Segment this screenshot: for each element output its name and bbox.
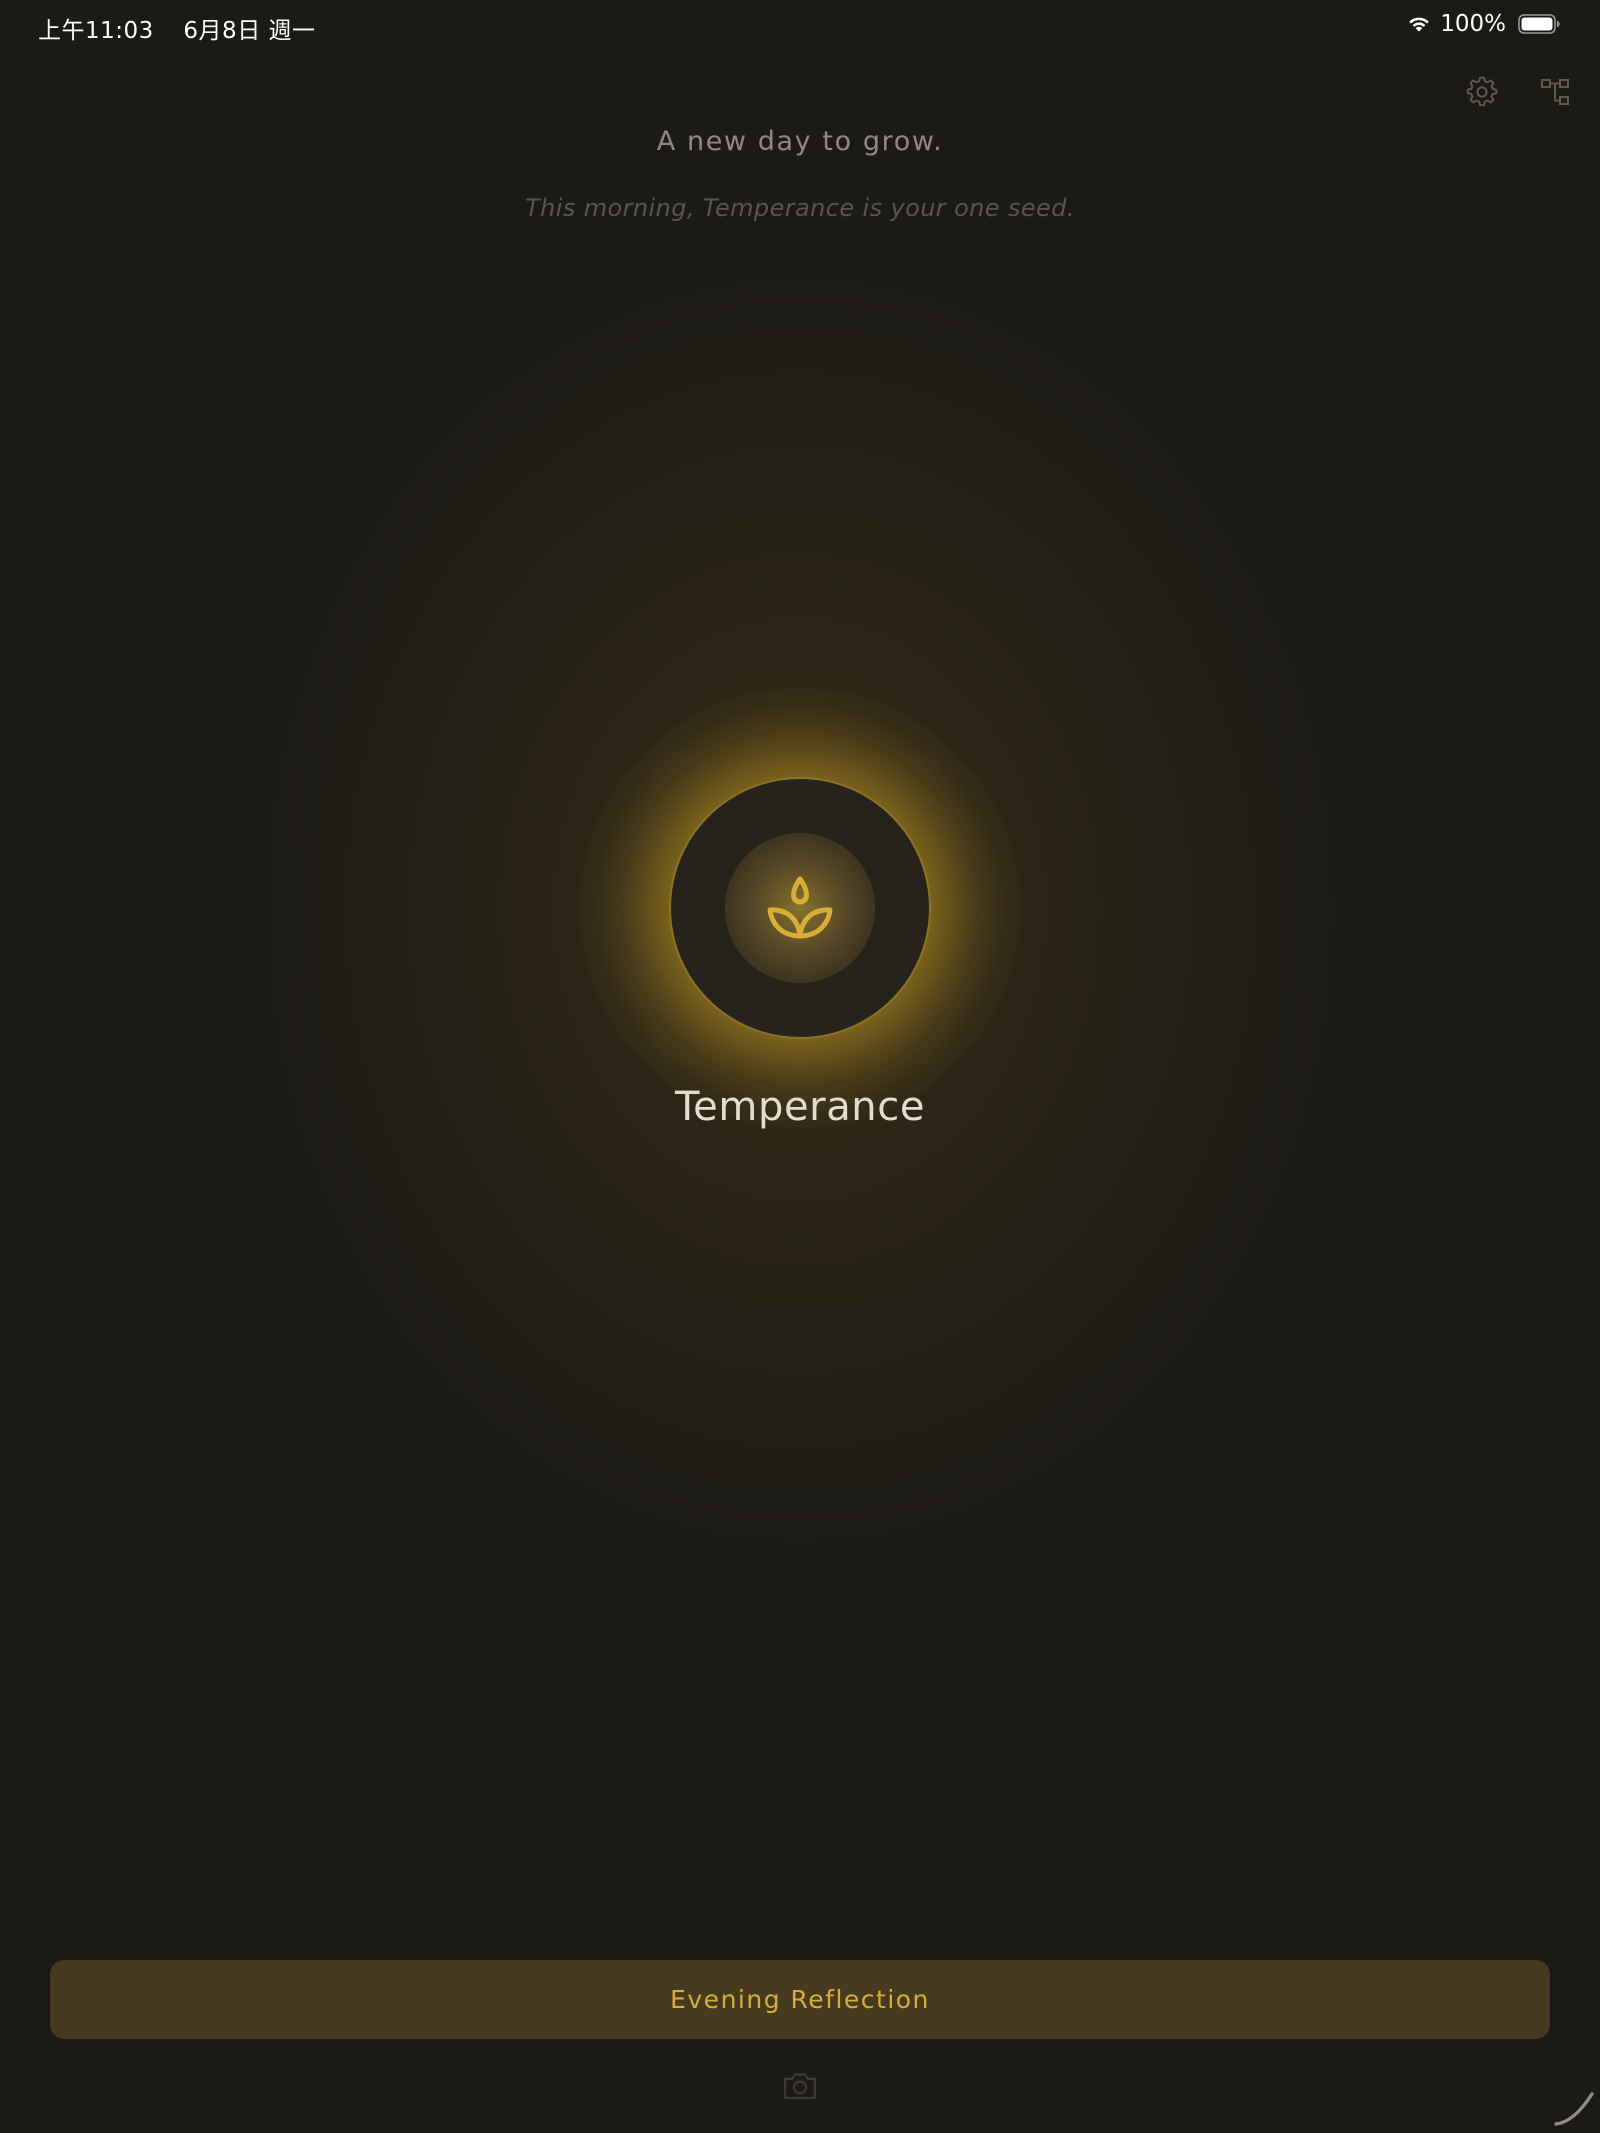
status-time: 上午11:03 bbox=[38, 18, 154, 44]
status-time-date: 上午11:03 6月8日 週一 bbox=[38, 11, 316, 45]
evening-reflection-button[interactable]: Evening Reflection bbox=[50, 1960, 1550, 2039]
seed-orb-button[interactable] bbox=[669, 777, 931, 1039]
camera-button[interactable] bbox=[782, 2070, 818, 2102]
gear-icon bbox=[1466, 76, 1498, 107]
camera-icon bbox=[783, 2073, 817, 2100]
sprout-icon bbox=[767, 876, 833, 939]
battery-percent: 100% bbox=[1440, 11, 1506, 37]
seed-subtitle: This morning, Temperance is your one see… bbox=[525, 194, 1075, 222]
hierarchy-button[interactable] bbox=[1536, 72, 1576, 112]
battery-icon bbox=[1518, 14, 1560, 34]
tree-hierarchy-icon bbox=[1541, 79, 1569, 105]
greeting-text: A new day to grow. bbox=[656, 126, 944, 157]
scroll-indicator-arc bbox=[1552, 2084, 1596, 2128]
settings-button[interactable] bbox=[1462, 72, 1502, 112]
status-bar: 上午11:03 6月8日 週一 100% bbox=[0, 0, 1600, 50]
status-indicators: 100% bbox=[1406, 11, 1560, 37]
wifi-icon bbox=[1409, 17, 1430, 32]
status-date: 6月8日 週一 bbox=[183, 18, 316, 44]
virtue-name: Temperance bbox=[674, 1084, 926, 1130]
